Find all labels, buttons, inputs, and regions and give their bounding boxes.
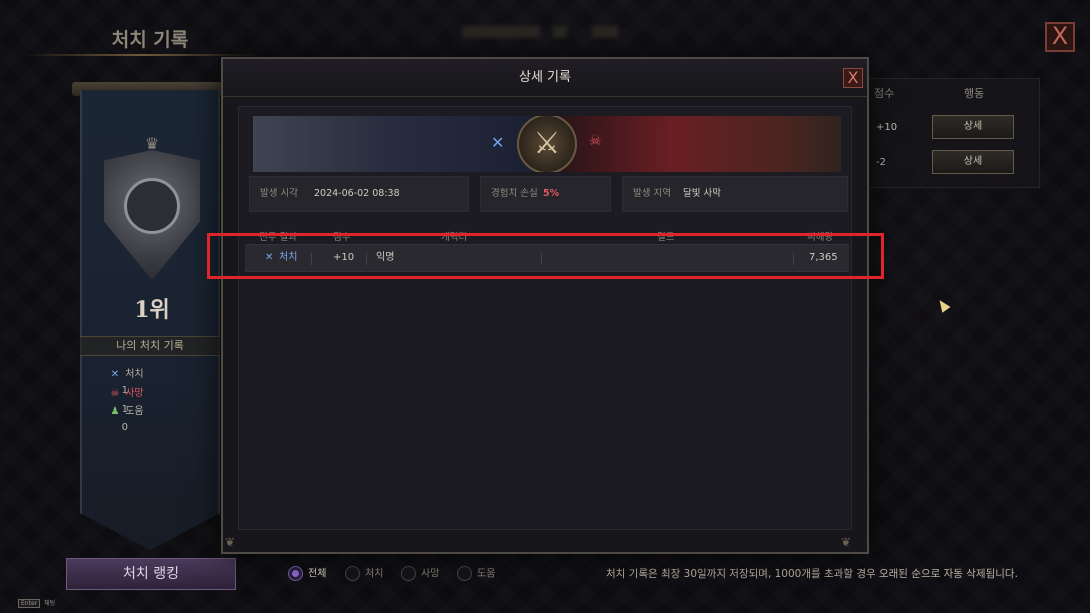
stat-label: 사망 <box>125 388 144 399</box>
result-cell: 처치 <box>279 252 298 263</box>
column-header-character: 캐릭터 <box>441 232 468 243</box>
filter-assist[interactable]: 도움 <box>457 566 495 582</box>
chat-hint-label: 채팅 <box>44 600 56 607</box>
filter-label: 처치 <box>365 568 384 580</box>
blurred-text <box>553 26 567 38</box>
occurred-time-value: 2024-06-02 08:38 <box>314 188 400 199</box>
stat-death: ☠ 사망 1 <box>108 386 198 415</box>
column-divider <box>541 253 542 265</box>
occurred-time-box: 발생 시각 2024-06-02 08:38 <box>249 176 469 212</box>
damage-cell: 7,365 <box>809 252 838 263</box>
score-cell: +10 <box>333 252 355 263</box>
window-close-button[interactable]: X <box>1045 22 1075 52</box>
shield-crest-icon <box>124 178 180 234</box>
column-header-score: 점수 <box>333 232 351 243</box>
stat-assist: ♟ 도움 0 <box>108 404 198 433</box>
corner-ornament-icon: ❦ <box>841 535 852 549</box>
modal-title: 상세 기록 <box>223 59 867 97</box>
location-label: 발생 지역 <box>633 188 671 199</box>
location-box: 발생 지역 달빛 사막 <box>622 176 848 212</box>
column-divider <box>366 253 367 265</box>
record-score: +10 <box>876 122 898 133</box>
modal-close-button[interactable]: X <box>843 68 863 88</box>
radio-icon <box>401 566 416 581</box>
exp-loss-value: 5% <box>543 188 560 199</box>
crossed-swords-icon: ✕ <box>110 369 120 380</box>
stat-label: 도움 <box>125 406 144 417</box>
detail-button[interactable]: 상세 <box>932 150 1014 174</box>
record-score: -2 <box>876 157 886 168</box>
battle-illustration: ✕ ☠ ⚔ <box>253 116 841 172</box>
title-divider <box>22 54 262 56</box>
column-header-score: 점수 <box>874 87 895 100</box>
exp-loss-label: 경험치 손실 <box>491 188 538 199</box>
retention-notice: 처치 기록은 최장 30일까지 저장되며, 1000개를 초과할 경우 오래된 … <box>606 568 1018 580</box>
modal-content: ✕ ☠ ⚔ 발생 시각 2024-06-02 08:38 경험치 손실 5% 발… <box>238 106 852 530</box>
detail-record-modal: 상세 기록 X ✕ ☠ ⚔ 발생 시각 2024-06-02 08:38 경험치… <box>221 57 869 554</box>
table-row[interactable]: ✕ 처치 +10 익명 7,365 <box>245 244 849 272</box>
corner-ornament-icon: ❦ <box>225 535 236 549</box>
character-cell: 익명 <box>376 252 395 263</box>
radio-icon <box>457 566 472 581</box>
kill-cross-icon: ✕ <box>265 252 274 263</box>
detail-table-header: 전투 결과 점수 캐릭터 길드 피해량 <box>245 225 845 245</box>
radio-icon <box>345 566 360 581</box>
blurred-text <box>462 26 540 38</box>
column-divider <box>311 253 312 265</box>
enter-key-icon: Enter <box>18 599 41 608</box>
filter-death[interactable]: 사망 <box>401 566 439 582</box>
filter-label: 도움 <box>477 568 496 580</box>
kill-ranking-button[interactable]: 처치 랭킹 <box>66 558 236 590</box>
stat-value: 0 <box>121 422 128 433</box>
chat-hint: Enter 채팅 <box>18 598 56 608</box>
column-divider <box>793 253 794 265</box>
stat-label: 처치 <box>125 369 144 380</box>
skull-icon: ☠ <box>110 388 120 399</box>
stat-kill: ✕ 처치 1 <box>108 367 198 396</box>
victim-portrait <box>561 116 841 172</box>
my-record-header: 나의 처치 기록 <box>80 336 220 356</box>
column-header-result: 전투 결과 <box>259 232 297 243</box>
column-header-action: 행동 <box>964 87 985 100</box>
filter-all[interactable]: 전체 <box>288 566 326 582</box>
occurred-time-label: 발생 시각 <box>260 188 298 199</box>
location-value: 달빛 사막 <box>683 188 721 199</box>
exp-loss-box: 경험치 손실 5% <box>480 176 611 212</box>
radio-icon <box>288 566 303 581</box>
column-header-damage: 피해량 <box>807 232 834 243</box>
window-title: 처치 기록 <box>111 29 189 51</box>
rank-value: 1위 <box>134 297 170 323</box>
filter-kill[interactable]: 처치 <box>345 566 383 582</box>
crossed-swords-icon: ⚔ <box>517 116 577 172</box>
skull-icon: ☠ <box>589 133 602 149</box>
kill-cross-icon: ✕ <box>491 133 505 152</box>
filter-label: 사망 <box>421 568 440 580</box>
blurred-text <box>592 26 618 38</box>
helper-icon: ♟ <box>110 406 120 417</box>
filter-label: 전체 <box>308 568 327 580</box>
column-header-guild: 길드 <box>657 232 675 243</box>
detail-button[interactable]: 상세 <box>932 115 1014 139</box>
